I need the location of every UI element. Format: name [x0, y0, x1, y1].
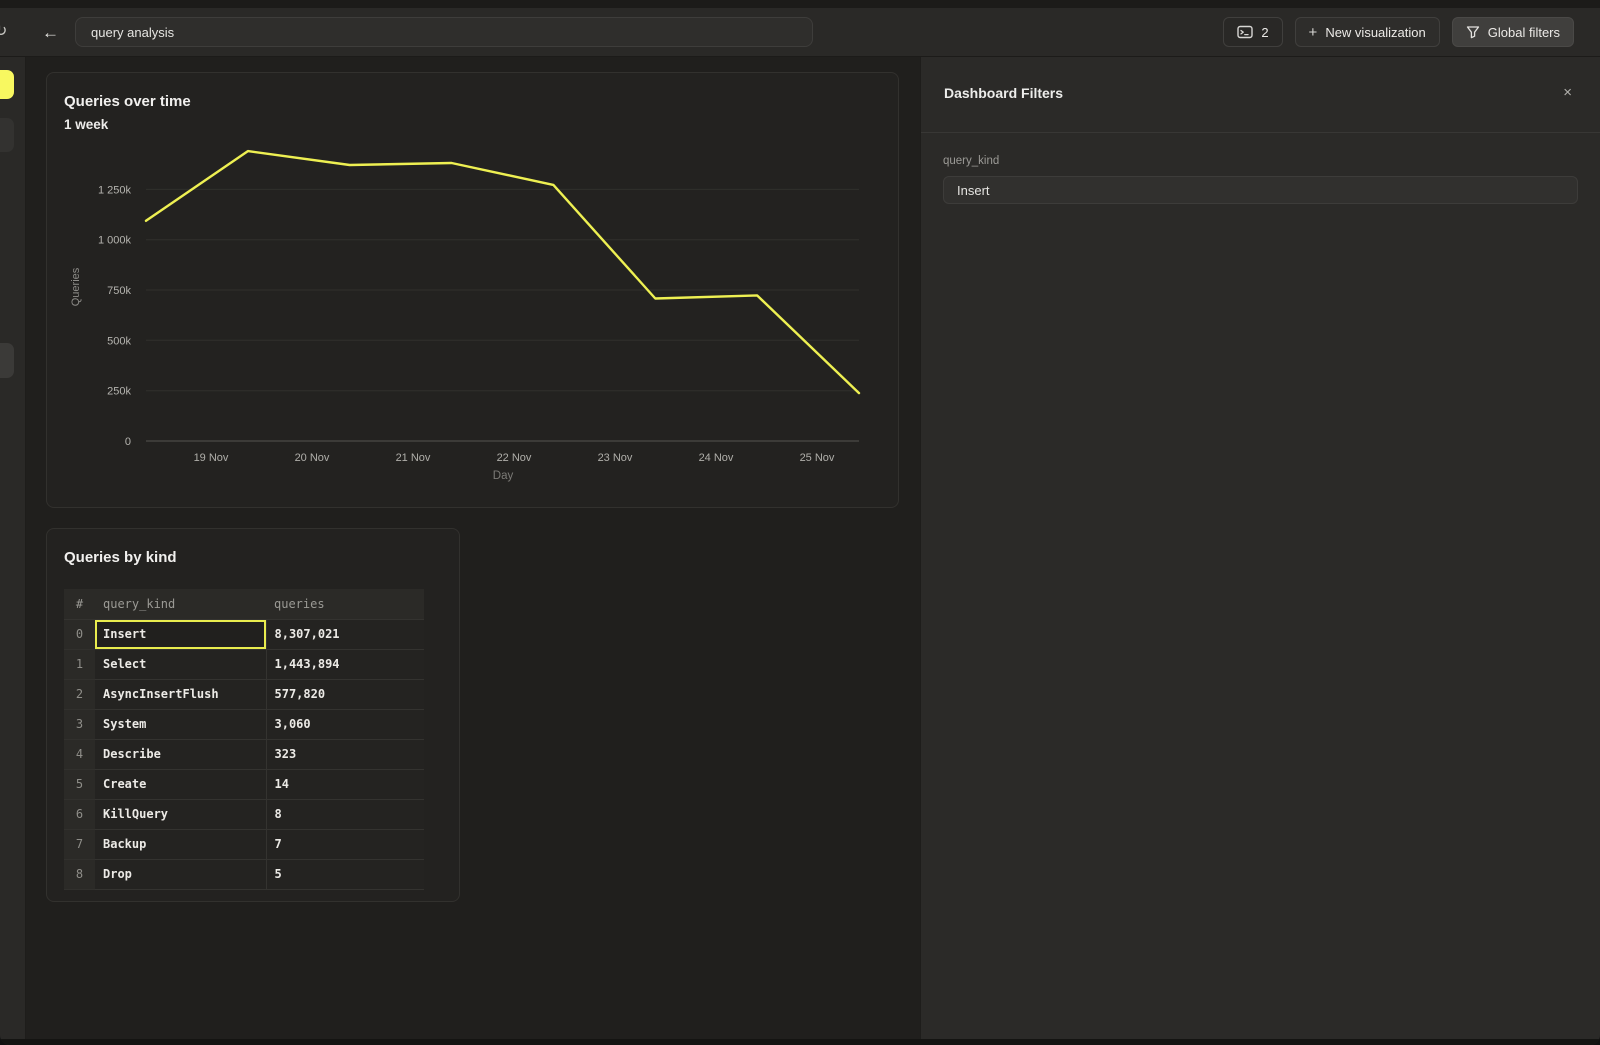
collapsed-sidebar	[0, 57, 26, 1045]
queries-table-body: 0Insert8,307,0211Select1,443,8942AsyncIn…	[64, 619, 424, 889]
filter-field-label: query_kind	[943, 155, 1578, 167]
topbar: ↻ ← 2 + New visualization	[0, 8, 1600, 57]
column-header-index[interactable]: #	[64, 589, 95, 619]
row-index: 5	[64, 769, 95, 799]
new-visualization-button[interactable]: + New visualization	[1295, 17, 1440, 47]
table-header-row: # query_kind queries	[64, 589, 424, 619]
row-index: 3	[64, 709, 95, 739]
x-tick-label: 23 Nov	[598, 452, 633, 464]
queries-table: # query_kind queries 0Insert8,307,0211Se…	[64, 589, 424, 890]
back-button[interactable]: ←	[38, 22, 63, 43]
dashboard-title-input[interactable]	[75, 17, 813, 47]
x-tick-label: 20 Nov	[295, 452, 330, 464]
app-body: 250k500k750k1 000k1 250k019 Nov20 Nov21 …	[0, 57, 1600, 1045]
row-index: 6	[64, 799, 95, 829]
cell-queries[interactable]: 8	[266, 799, 424, 829]
window-top-edge	[0, 0, 1600, 8]
sidebar-item[interactable]	[0, 118, 14, 152]
y-tick-label: 1 000k	[98, 235, 132, 247]
cell-queries[interactable]: 5	[266, 859, 424, 889]
y-axis-title: Queries	[70, 267, 82, 306]
table-row: 5Create14	[64, 769, 424, 799]
new-visualization-label: New visualization	[1325, 25, 1425, 40]
y-tick-label: 0	[125, 436, 131, 448]
close-icon[interactable]: ×	[1559, 83, 1576, 102]
global-filters-label: Global filters	[1488, 25, 1560, 40]
cell-queries[interactable]: 7	[266, 829, 424, 859]
filter-field-query-kind: query_kind	[943, 155, 1578, 204]
cell-query-kind[interactable]: Backup	[95, 829, 266, 859]
global-filters-button[interactable]: Global filters	[1452, 17, 1574, 47]
chart-subtitle: 1 week	[64, 117, 108, 132]
filter-funnel-icon	[1466, 25, 1480, 39]
y-tick-label: 750k	[107, 285, 131, 297]
filters-panel-title: Dashboard Filters	[944, 85, 1063, 101]
row-index: 8	[64, 859, 95, 889]
table-row: 1Select1,443,894	[64, 649, 424, 679]
column-header-query-kind[interactable]: query_kind	[95, 589, 266, 619]
plus-icon: +	[1309, 25, 1318, 40]
cell-query-kind[interactable]: Drop	[95, 859, 266, 889]
cell-query-kind[interactable]: System	[95, 709, 266, 739]
row-index: 7	[64, 829, 95, 859]
cell-queries[interactable]: 3,060	[266, 709, 424, 739]
x-tick-label: 25 Nov	[800, 452, 835, 464]
row-index: 4	[64, 739, 95, 769]
topbar-actions: 2 + New visualization Global filters	[1223, 17, 1600, 47]
cell-queries[interactable]: 577,820	[266, 679, 424, 709]
x-tick-label: 22 Nov	[497, 452, 532, 464]
dashboard-filters-panel: Dashboard Filters × query_kind	[920, 57, 1600, 1045]
x-tick-label: 24 Nov	[699, 452, 734, 464]
y-tick-label: 500k	[107, 335, 131, 347]
cell-query-kind[interactable]: AsyncInsertFlush	[95, 679, 266, 709]
cell-query-kind[interactable]: Insert	[95, 619, 266, 649]
table-title: Queries by kind	[64, 549, 177, 566]
cell-queries[interactable]: 323	[266, 739, 424, 769]
column-header-queries[interactable]: queries	[266, 589, 424, 619]
console-icon	[1237, 25, 1253, 39]
row-index: 2	[64, 679, 95, 709]
app-window: ↻ ← 2 + New visualization	[0, 0, 1600, 1045]
row-index: 0	[64, 619, 95, 649]
history-icon[interactable]: ↻	[0, 24, 7, 40]
cell-queries[interactable]: 1,443,894	[266, 649, 424, 679]
cell-query-kind[interactable]: Describe	[95, 739, 266, 769]
x-tick-label: 19 Nov	[194, 452, 229, 464]
queries-over-time-card: 250k 500k 750k 1 000k 1 250k 0 19 Nov 20 Nov 21 …	[46, 72, 899, 508]
query-kind-filter-input[interactable]	[943, 176, 1578, 204]
table-row: 6KillQuery8	[64, 799, 424, 829]
sidebar-item[interactable]	[0, 343, 14, 378]
table-row: 2AsyncInsertFlush577,820	[64, 679, 424, 709]
y-tick-label: 1 250k	[98, 184, 132, 196]
window-bottom-edge	[0, 1039, 1600, 1045]
row-index: 1	[64, 649, 95, 679]
cell-queries[interactable]: 14	[266, 769, 424, 799]
table-row: 0Insert8,307,021	[64, 619, 424, 649]
filters-panel-header: Dashboard Filters ×	[921, 57, 1600, 133]
console-count-label: 2	[1261, 25, 1268, 40]
table-row: 3System3,060	[64, 709, 424, 739]
console-count-button[interactable]: 2	[1223, 17, 1282, 47]
queries-line-series	[146, 151, 859, 393]
x-tick-label: 21 Nov	[396, 452, 431, 464]
cell-query-kind[interactable]: Create	[95, 769, 266, 799]
x-axis-title: Day	[493, 470, 514, 482]
chart-title: Queries over time	[64, 93, 191, 110]
cell-query-kind[interactable]: KillQuery	[95, 799, 266, 829]
cell-query-kind[interactable]: Select	[95, 649, 266, 679]
table-row: 8Drop5	[64, 859, 424, 889]
dashboard-canvas: 250k500k750k1 000k1 250k019 Nov20 Nov21 …	[26, 57, 920, 1045]
queries-by-kind-card: Queries by kind # query_kind queries 0In…	[46, 528, 460, 902]
cell-queries[interactable]: 8,307,021	[266, 619, 424, 649]
sidebar-item-active[interactable]	[0, 70, 14, 99]
table-row: 7Backup7	[64, 829, 424, 859]
queries-chart-svg: 250k 500k 750k 1 000k 1 250k 0 19 Nov 20 Nov 21 …	[47, 73, 898, 507]
y-tick-label: 250k	[107, 386, 131, 398]
table-row: 4Describe323	[64, 739, 424, 769]
